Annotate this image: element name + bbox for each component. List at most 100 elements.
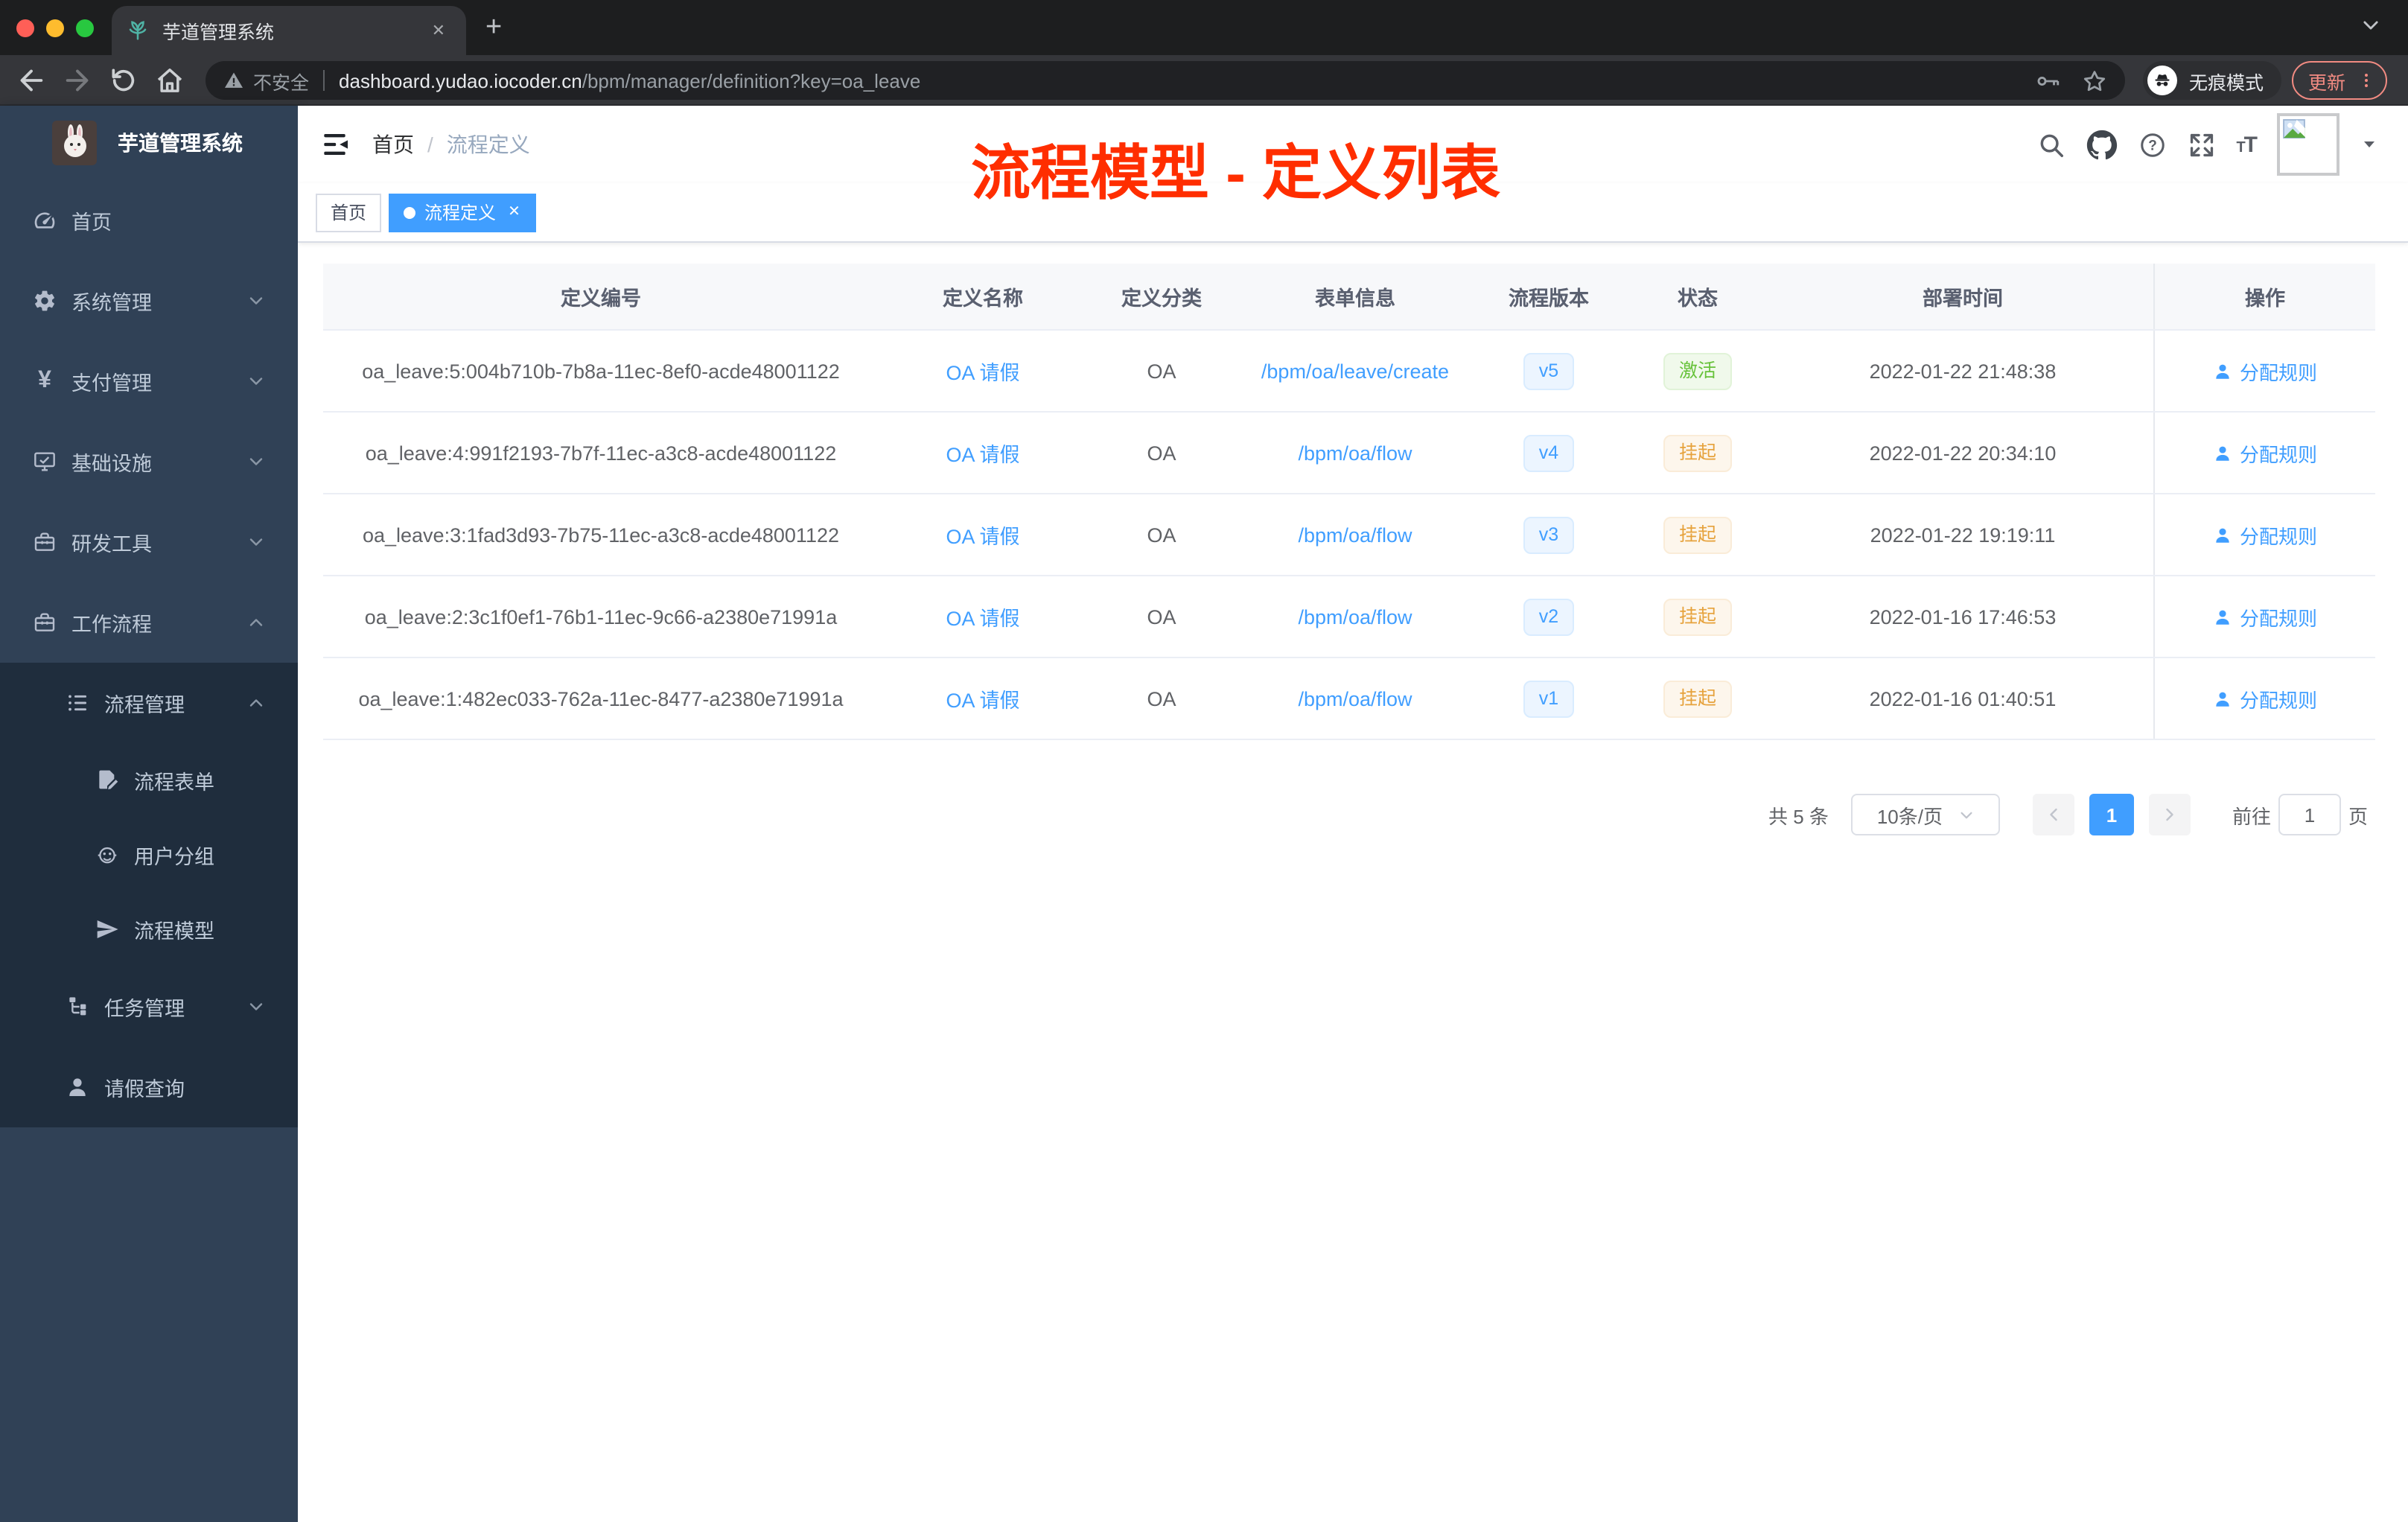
red-annotation-title: 流程模型 - 定义列表 bbox=[971, 141, 1501, 207]
col-header-id: 定义编号 bbox=[561, 287, 641, 310]
sidebar-item-研发工具[interactable]: 研发工具 bbox=[0, 502, 298, 582]
avatar-caret-down-icon[interactable] bbox=[2360, 136, 2378, 153]
form-link[interactable]: /bpm/oa/flow bbox=[1298, 605, 1412, 628]
window-close-button[interactable] bbox=[16, 19, 34, 37]
person-icon bbox=[2213, 443, 2232, 462]
plane-icon bbox=[95, 917, 119, 941]
search-icon[interactable] bbox=[2036, 130, 2065, 159]
yen-icon: ¥ bbox=[38, 368, 51, 393]
status-badge: 挂起 bbox=[1663, 434, 1731, 471]
sidebar-menu: 首页系统管理 ¥ 支付管理基础设施研发工具工作流程流程管理 流程表单用户分组流程模型任… bbox=[0, 180, 298, 1127]
deploy-time: 2022-01-16 01:40:51 bbox=[1869, 687, 2057, 710]
menu-label: 基础设施 bbox=[71, 453, 152, 475]
browser-menu-kebab-icon[interactable] bbox=[2357, 71, 2375, 89]
sidebar-item-支付管理[interactable]: ¥ 支付管理 bbox=[0, 341, 298, 421]
address-bar[interactable]: 不安全 dashboard.yudao.iocoder.cn/bpm/manag… bbox=[206, 61, 2125, 100]
listtree-icon bbox=[66, 691, 89, 715]
back-icon[interactable] bbox=[16, 65, 46, 95]
tab-close-icon[interactable]: ✕ bbox=[426, 18, 451, 43]
reload-icon[interactable] bbox=[109, 65, 138, 95]
tag-close-icon[interactable]: ✕ bbox=[506, 203, 522, 221]
app-logo[interactable]: 芋道管理系统 bbox=[0, 106, 298, 180]
help-question-icon[interactable] bbox=[2138, 130, 2166, 159]
update-label: 更新 bbox=[2308, 72, 2346, 93]
definition-name-link[interactable]: OA 请假 bbox=[946, 526, 1019, 548]
browser-update-button[interactable]: 更新 bbox=[2292, 61, 2387, 100]
active-tag-dot bbox=[404, 206, 416, 218]
breadcrumb: 首页 / 流程定义 bbox=[372, 106, 530, 183]
menu-label: 系统管理 bbox=[71, 292, 152, 314]
definition-name-link[interactable]: OA 请假 bbox=[946, 690, 1019, 712]
definition-id: oa_leave:4:991f2193-7b7f-11ec-a3c8-acde4… bbox=[365, 442, 837, 464]
person-icon bbox=[2213, 525, 2232, 544]
goto-page-input[interactable] bbox=[2278, 794, 2341, 835]
password-key-icon[interactable] bbox=[2036, 68, 2061, 93]
person-icon bbox=[2213, 607, 2232, 626]
definition-id: oa_leave:1:482ec033-762a-11ec-8477-a2380… bbox=[358, 687, 844, 710]
assign-rule-link[interactable]: 分配规则 bbox=[2213, 357, 2317, 385]
assign-rule-link[interactable]: 分配规则 bbox=[2213, 602, 2317, 631]
sidebar-item-流程表单[interactable]: 流程表单 bbox=[0, 743, 298, 818]
tag-process-definition[interactable]: 流程定义 ✕ bbox=[389, 193, 537, 232]
tab-search-chevron-icon[interactable] bbox=[2360, 15, 2381, 36]
dashboard-icon bbox=[33, 208, 57, 232]
window-zoom-button[interactable] bbox=[76, 19, 94, 37]
definition-name-link[interactable]: OA 请假 bbox=[946, 608, 1019, 630]
menu-label: 用户分组 bbox=[134, 846, 214, 868]
form-link[interactable]: /bpm/oa/flow bbox=[1298, 523, 1412, 546]
sidebar-item-流程模型[interactable]: 流程模型 bbox=[0, 892, 298, 967]
page-size-select[interactable]: 10条/页 bbox=[1850, 794, 2000, 835]
sidebar-item-用户分组[interactable]: 用户分组 bbox=[0, 818, 298, 892]
definition-category: OA bbox=[1147, 687, 1176, 710]
pagination-total: 共 5 条 bbox=[1768, 805, 1829, 827]
goto-label: 前往 bbox=[2232, 805, 2271, 827]
table-header-row: 定义编号 定义名称 定义分类 表单信息 流程版本 状态 部署时间 操作 bbox=[323, 264, 2375, 331]
forward-icon[interactable] bbox=[63, 65, 92, 95]
bookmark-star-icon[interactable] bbox=[2082, 68, 2107, 93]
form-link[interactable]: /bpm/oa/flow bbox=[1298, 442, 1412, 464]
toolbox-icon bbox=[33, 530, 57, 554]
assign-rule-link[interactable]: 分配规则 bbox=[2213, 520, 2317, 549]
fullscreen-icon[interactable] bbox=[2187, 130, 2215, 159]
tasktree-icon bbox=[66, 995, 89, 1019]
hamburger-icon[interactable] bbox=[322, 130, 351, 159]
menu-label: 支付管理 bbox=[71, 372, 152, 395]
sidebar-item-流程管理[interactable]: 流程管理 bbox=[0, 663, 298, 743]
prev-page-button[interactable] bbox=[2032, 794, 2074, 835]
definition-name-link[interactable]: OA 请假 bbox=[946, 444, 1019, 466]
tab-title: 芋道管理系统 bbox=[162, 22, 275, 43]
tag-home[interactable]: 首页 bbox=[316, 193, 382, 232]
url-path: /bpm/manager/definition?key=oa_leave bbox=[582, 69, 921, 92]
assign-rule-link[interactable]: 分配规则 bbox=[2213, 439, 2317, 467]
font-size-icon[interactable]: TT bbox=[2236, 132, 2258, 157]
sidebar-item-首页[interactable]: 首页 bbox=[0, 180, 298, 261]
sidebar-item-系统管理[interactable]: 系统管理 bbox=[0, 261, 298, 341]
browser-tab[interactable]: 芋道管理系统 ✕ bbox=[112, 6, 466, 55]
github-icon[interactable] bbox=[2086, 129, 2117, 160]
screen: 芋道管理系统 ✕ + 不安全 dashboard.yudao.iocoder.c… bbox=[0, 0, 2408, 1522]
sidebar-item-请假查询[interactable]: 请假查询 bbox=[0, 1047, 298, 1127]
home-icon[interactable] bbox=[155, 65, 185, 95]
url-domain: dashboard.yudao.iocoder.cn bbox=[339, 69, 582, 92]
menu-label: 工作流程 bbox=[71, 614, 152, 636]
chevron-right-icon bbox=[2161, 806, 2179, 824]
sidebar-item-工作流程[interactable]: 工作流程 bbox=[0, 582, 298, 663]
next-page-button[interactable] bbox=[2148, 794, 2191, 835]
deploy-time: 2022-01-22 19:19:11 bbox=[1870, 523, 2056, 546]
page-number-button[interactable]: 1 bbox=[2089, 794, 2134, 835]
sidebar-item-基础设施[interactable]: 基础设施 bbox=[0, 421, 298, 502]
avatar[interactable] bbox=[2277, 113, 2339, 176]
assign-rule-label: 分配规则 bbox=[2239, 607, 2317, 629]
breadcrumb-home[interactable]: 首页 bbox=[372, 130, 414, 159]
divider bbox=[322, 70, 325, 91]
new-tab-button[interactable]: + bbox=[485, 9, 502, 48]
assign-rule-link[interactable]: 分配规则 bbox=[2213, 684, 2317, 713]
form-link[interactable]: /bpm/oa/flow bbox=[1298, 687, 1412, 710]
browser-toolbar: 不安全 dashboard.yudao.iocoder.cn/bpm/manag… bbox=[0, 55, 2408, 106]
pagination: 共 5 条 10条/页 1 前往 页 bbox=[298, 794, 2368, 835]
form-link[interactable]: /bpm/oa/leave/create bbox=[1261, 360, 1449, 382]
definition-name-link[interactable]: OA 请假 bbox=[946, 362, 1019, 384]
tag-active-label: 流程定义 bbox=[424, 203, 497, 223]
sidebar-item-任务管理[interactable]: 任务管理 bbox=[0, 967, 298, 1047]
window-minimize-button[interactable] bbox=[46, 19, 64, 37]
